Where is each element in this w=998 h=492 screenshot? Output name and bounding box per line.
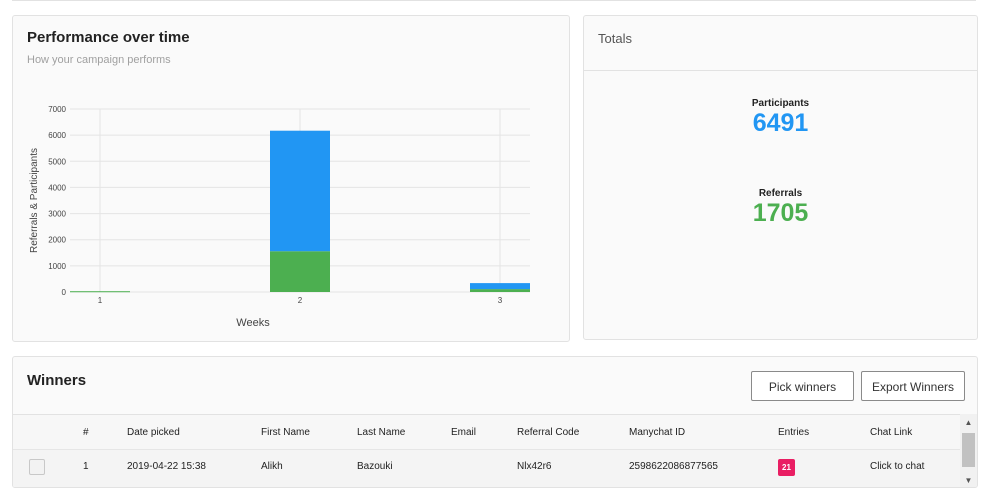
entries-badge: 21 xyxy=(778,459,795,476)
x-axis-label: Weeks xyxy=(236,317,270,329)
x-tick-label: 2 xyxy=(298,296,303,305)
column-header-number[interactable]: # xyxy=(83,427,89,438)
y-tick-label: 1000 xyxy=(48,262,66,271)
totals-title: Totals xyxy=(598,31,632,46)
y-axis-label: Referrals & Participants xyxy=(29,148,40,253)
participants-value: 6491 xyxy=(752,109,809,137)
bar-segment xyxy=(70,291,130,293)
y-tick-label: 6000 xyxy=(48,131,66,140)
row-number: 1 xyxy=(83,461,89,472)
row-referral-code: Nlx42r6 xyxy=(517,461,552,472)
x-tick-label: 3 xyxy=(498,296,503,305)
winners-title: Winners xyxy=(27,372,87,389)
column-header-first-name[interactable]: First Name xyxy=(261,427,310,438)
totals-card: Totals Participants 6491 Referrals 1705 xyxy=(583,15,978,340)
chat-link[interactable]: Click to chat xyxy=(870,461,924,472)
totals-header: Totals xyxy=(584,16,977,71)
column-header-chat-link[interactable]: Chat Link xyxy=(870,427,912,438)
performance-chart: 0 1000 2000 3000 4000 5000 6000 7000 1 2 3 Weeks Ref… xyxy=(29,105,530,329)
pick-winners-button[interactable]: Pick winners xyxy=(751,371,854,401)
column-header-last-name[interactable]: Last Name xyxy=(357,427,405,438)
row-last-name: Bazouki xyxy=(357,461,393,472)
top-divider xyxy=(12,0,976,1)
row-manychat-id: 2598622086877565 xyxy=(629,461,718,472)
bar-segment xyxy=(270,130,330,252)
column-header-date-picked[interactable]: Date picked xyxy=(127,427,180,438)
winners-card: Winners Pick winners Export Winners # Da… xyxy=(12,356,978,488)
column-header-referral-code[interactable]: Referral Code xyxy=(517,427,579,438)
export-winners-button[interactable]: Export Winners xyxy=(861,371,965,401)
column-header-email[interactable]: Email xyxy=(451,427,476,438)
y-tick-label: 0 xyxy=(62,288,67,297)
scroll-up-arrow-icon[interactable]: ▲ xyxy=(960,414,977,431)
bar-segment xyxy=(270,251,330,292)
y-tick-label: 7000 xyxy=(48,105,66,114)
scrollbar-thumb[interactable] xyxy=(962,433,975,467)
row-select-checkbox[interactable] xyxy=(29,459,45,475)
referrals-label: Referrals xyxy=(758,188,803,199)
scroll-down-arrow-icon[interactable]: ▼ xyxy=(960,472,977,487)
column-header-manychat-id[interactable]: Manychat ID xyxy=(629,427,685,438)
row-date-picked: 2019-04-22 15:38 xyxy=(127,461,206,472)
y-tick-label: 2000 xyxy=(48,236,66,245)
referrals-value: 1705 xyxy=(752,199,809,227)
y-tick-label: 4000 xyxy=(48,183,66,192)
column-header-entries[interactable]: Entries xyxy=(778,427,809,438)
performance-card: Performance over time How your campaign … xyxy=(12,15,570,342)
x-tick-label: 1 xyxy=(98,296,103,305)
table-row: 1 2019-04-22 15:38 Alikh Bazouki Nlx42r6… xyxy=(13,450,960,487)
row-first-name: Alikh xyxy=(261,461,283,472)
y-tick-label: 5000 xyxy=(48,157,66,166)
winners-table: # Date picked First Name Last Name Email… xyxy=(13,414,960,487)
table-scrollbar[interactable]: ▲ ▼ xyxy=(960,414,977,487)
bar-segment xyxy=(470,289,530,292)
table-header: # Date picked First Name Last Name Email… xyxy=(13,415,960,450)
bar-segment xyxy=(470,283,530,290)
y-tick-label: 3000 xyxy=(48,210,66,219)
participants-label: Participants xyxy=(751,98,810,109)
